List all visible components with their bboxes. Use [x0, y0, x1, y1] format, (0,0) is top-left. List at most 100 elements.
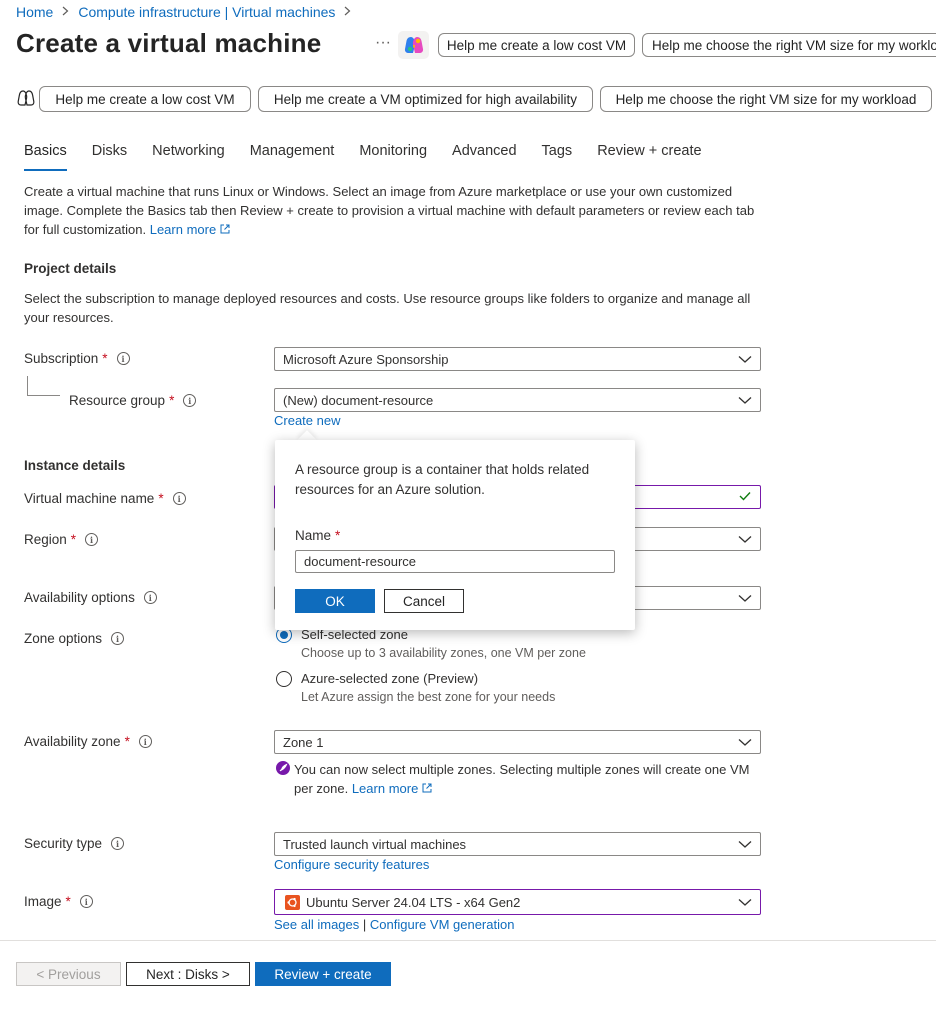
copilot-icon[interactable]	[398, 31, 429, 59]
image-label-text: Image	[24, 894, 62, 909]
resource-group-label-text: Resource group	[69, 393, 166, 408]
required-mark: *	[124, 734, 130, 749]
breadcrumb-home[interactable]: Home	[16, 4, 53, 20]
az-note: You can now select multiple zones. Selec…	[294, 760, 764, 798]
header-prompt-low-cost[interactable]: Help me create a low cost VM	[438, 33, 635, 57]
chevron-right-icon	[344, 5, 351, 19]
page-title: Create a virtual machine	[16, 28, 322, 58]
chevron-down-icon	[738, 592, 752, 607]
tab-monitoring[interactable]: Monitoring	[359, 143, 427, 171]
required-mark: *	[102, 351, 108, 366]
image-select[interactable]: Ubuntu Server 24.04 LTS - x64 Gen2	[274, 889, 761, 915]
chevron-down-icon	[738, 533, 752, 548]
ubuntu-icon	[285, 894, 300, 910]
link-separator: |	[362, 917, 367, 932]
resource-group-value: (New) document-resource	[283, 392, 434, 408]
info-icon[interactable]: i	[183, 394, 197, 407]
az-learn-more-link[interactable]: Learn more	[352, 781, 418, 796]
header-prompt-vm-size[interactable]: Help me choose the right VM size for my …	[642, 33, 936, 57]
review-create-button[interactable]: Review + create	[255, 962, 391, 986]
subscription-select[interactable]: Microsoft Azure Sponsorship	[274, 347, 761, 371]
project-details-heading: Project details	[24, 261, 117, 276]
external-link-icon	[220, 222, 230, 237]
required-mark: *	[70, 532, 77, 547]
tab-tags[interactable]: Tags	[542, 143, 573, 171]
callout-name-label-text: Name	[295, 528, 332, 543]
availability-options-label: Availability options i	[24, 590, 157, 605]
info-icon[interactable]: i	[116, 352, 130, 365]
configure-vm-generation-link[interactable]: Configure VM generation	[370, 917, 515, 932]
rocket-icon	[276, 761, 290, 778]
chevron-right-icon	[62, 5, 69, 19]
tab-advanced[interactable]: Advanced	[452, 143, 517, 171]
chevron-down-icon	[738, 896, 752, 911]
external-link-icon	[422, 781, 432, 796]
info-icon[interactable]: i	[111, 632, 125, 645]
info-icon[interactable]: i	[85, 533, 99, 546]
security-type-label-text: Security type	[24, 836, 103, 851]
callout-text: A resource group is a container that hol…	[295, 462, 590, 497]
region-label: Region * i	[24, 532, 99, 547]
availability-options-label-text: Availability options	[24, 590, 135, 605]
next-disks-button[interactable]: Next : Disks >	[126, 962, 250, 986]
tab-networking[interactable]: Networking	[152, 143, 225, 171]
required-mark: *	[169, 393, 175, 408]
resource-group-label: Resource group * i	[69, 393, 197, 408]
info-icon[interactable]: i	[138, 735, 152, 748]
resource-group-name-input[interactable]: document-resource	[295, 550, 615, 573]
prompt-low-cost[interactable]: Help me create a low cost VM	[39, 86, 251, 112]
project-details-text: Select the subscription to manage deploy…	[24, 291, 751, 325]
intro-text: Create a virtual machine that runs Linux…	[24, 182, 764, 239]
create-new-link[interactable]: Create new	[274, 413, 340, 428]
tab-disks[interactable]: Disks	[92, 143, 127, 171]
learn-more-link[interactable]: Learn more	[150, 222, 216, 237]
zone-azure-radio[interactable]	[276, 671, 292, 687]
image-value: Ubuntu Server 24.04 LTS - x64 Gen2	[306, 894, 521, 910]
security-type-value: Trusted launch virtual machines	[283, 836, 467, 852]
info-icon[interactable]: i	[172, 492, 186, 505]
cancel-button[interactable]: Cancel	[384, 589, 464, 613]
security-type-label: Security type i	[24, 836, 125, 851]
tab-management[interactable]: Management	[250, 143, 335, 171]
previous-button[interactable]: < Previous	[16, 962, 121, 986]
callout-name-label: Name *	[295, 528, 340, 543]
create-resource-group-callout: A resource group is a container that hol…	[275, 440, 635, 630]
intro-description: Create a virtual machine that runs Linux…	[24, 184, 755, 237]
availability-zone-label-text: Availability zone	[24, 734, 121, 749]
image-label: Image * i	[24, 894, 93, 909]
resource-group-select[interactable]: (New) document-resource	[274, 388, 761, 412]
footer-divider	[0, 940, 936, 941]
availability-zone-select[interactable]: Zone 1	[274, 730, 761, 754]
zone-self-desc: Choose up to 3 availability zones, one V…	[301, 646, 586, 660]
required-mark: *	[158, 491, 164, 506]
zone-options-label-text: Zone options	[24, 631, 103, 646]
tab-review-create[interactable]: Review + create	[597, 143, 701, 171]
subscription-label: Subscription * i	[24, 351, 130, 366]
ok-button[interactable]: OK	[295, 589, 375, 613]
security-type-select[interactable]: Trusted launch virtual machines	[274, 832, 761, 856]
info-icon[interactable]: i	[79, 895, 93, 908]
zone-options-label: Zone options i	[24, 631, 125, 646]
required-mark: *	[335, 528, 341, 543]
info-icon[interactable]: i	[111, 837, 125, 850]
see-all-images-link[interactable]: See all images	[274, 917, 359, 932]
chevron-down-icon	[738, 736, 752, 751]
required-mark: *	[65, 894, 71, 909]
configure-security-link[interactable]: Configure security features	[274, 857, 429, 872]
breadcrumb-parent[interactable]: Compute infrastructure | Virtual machine…	[78, 4, 335, 20]
image-links: See all images | Configure VM generation	[274, 917, 514, 932]
vm-name-label-text: Virtual machine name	[24, 491, 155, 506]
subscription-label-text: Subscription	[24, 351, 99, 366]
more-options-icon[interactable]: ···	[375, 34, 391, 52]
prompt-vm-size[interactable]: Help me choose the right VM size for my …	[600, 86, 932, 112]
availability-zone-label: Availability zone * i	[24, 734, 152, 749]
chevron-down-icon	[738, 838, 752, 853]
subscription-value: Microsoft Azure Sponsorship	[283, 351, 449, 367]
availability-zone-value: Zone 1	[283, 734, 324, 750]
prompt-high-availability[interactable]: Help me create a VM optimized for high a…	[258, 86, 593, 112]
zone-azure-desc: Let Azure assign the best zone for your …	[301, 690, 556, 704]
tab-bar: Basics Disks Networking Management Monit…	[24, 143, 727, 171]
tab-basics[interactable]: Basics	[24, 143, 67, 171]
info-icon[interactable]: i	[143, 591, 157, 604]
vm-name-label: Virtual machine name * i	[24, 491, 186, 506]
